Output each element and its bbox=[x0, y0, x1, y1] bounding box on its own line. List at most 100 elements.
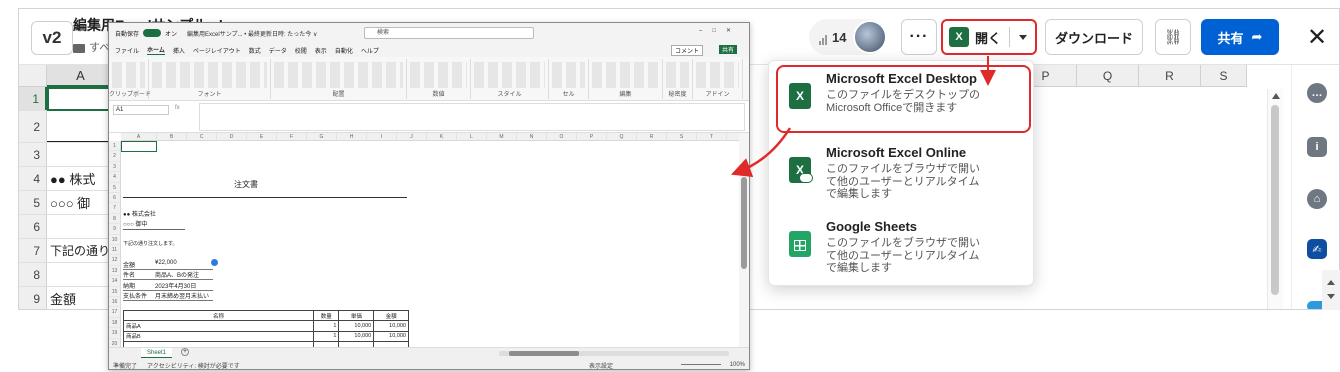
sheet-tab[interactable]: Sheet1 bbox=[141, 348, 173, 358]
column-header[interactable]: G bbox=[307, 133, 337, 141]
formula-input[interactable] bbox=[199, 103, 745, 131]
avatar[interactable] bbox=[853, 20, 887, 54]
name-box[interactable]: A1 bbox=[113, 105, 169, 115]
chevron-down-icon[interactable] bbox=[1019, 35, 1027, 40]
menu-item[interactable]: ファイル bbox=[115, 46, 139, 55]
scroll-thumb[interactable] bbox=[1271, 105, 1279, 295]
row-header[interactable]: 18 bbox=[109, 317, 121, 329]
row-header[interactable]: 10 bbox=[109, 234, 121, 245]
row-header[interactable]: 7 bbox=[109, 203, 121, 214]
row-header[interactable]: 6 bbox=[109, 193, 121, 204]
menu-item[interactable]: 校閲 bbox=[295, 46, 307, 55]
scroll-up-icon[interactable] bbox=[1272, 93, 1280, 99]
ribbon-group[interactable]: セル bbox=[549, 59, 589, 99]
row-header[interactable]: 5 bbox=[109, 182, 121, 193]
zoom-slider[interactable] bbox=[681, 364, 721, 365]
column-header[interactable]: L bbox=[457, 133, 487, 141]
excel-share-button[interactable]: 共有 bbox=[718, 45, 737, 54]
column-header[interactable]: B bbox=[157, 133, 187, 141]
comment-button[interactable]: コメント bbox=[670, 45, 703, 56]
row-header[interactable]: 8 bbox=[109, 213, 121, 225]
window-controls[interactable]: –□✕ bbox=[699, 27, 741, 34]
column-header[interactable]: K bbox=[427, 133, 457, 141]
menu-item[interactable]: 挿入 bbox=[173, 46, 185, 55]
menu-item[interactable]: 数式 bbox=[249, 46, 261, 55]
zoom-level[interactable]: 100% bbox=[730, 362, 745, 368]
row-header[interactable]: 3 bbox=[109, 161, 121, 173]
column-header[interactable]: C bbox=[187, 133, 217, 141]
select-all-corner[interactable] bbox=[19, 65, 47, 87]
more-options-button[interactable]: ··· bbox=[901, 19, 937, 55]
file-info-icon[interactable]: i bbox=[1307, 137, 1327, 157]
selected-cell[interactable] bbox=[121, 141, 157, 152]
column-header[interactable]: F bbox=[277, 133, 307, 141]
row-header[interactable]: 9 bbox=[109, 224, 121, 235]
comment-icon[interactable]: … bbox=[1307, 83, 1327, 103]
column-header-Q[interactable]: Q bbox=[1077, 65, 1139, 87]
share-button[interactable]: 共有 ➦ bbox=[1201, 19, 1279, 55]
menu-item-excel-online[interactable]: X Microsoft Excel Online このファイルをブラウザで開い … bbox=[769, 135, 1033, 209]
ribbon-group[interactable]: アドイン bbox=[693, 59, 743, 99]
signature-icon[interactable]: ✍ bbox=[1307, 239, 1327, 259]
menu-item[interactable]: 表示 bbox=[315, 46, 327, 55]
row-header[interactable]: 11 bbox=[109, 245, 121, 256]
page-scrollbar[interactable] bbox=[1322, 270, 1340, 310]
column-header[interactable]: T bbox=[697, 133, 727, 141]
column-header[interactable]: R bbox=[637, 133, 667, 141]
selected-cell[interactable] bbox=[47, 87, 115, 111]
row-header[interactable]: 17 bbox=[109, 307, 121, 318]
row-header[interactable]: 13 bbox=[109, 265, 121, 277]
open-button[interactable]: X 開く bbox=[941, 19, 1037, 55]
ribbon-group[interactable]: 数値 bbox=[407, 59, 471, 99]
column-header[interactable]: J bbox=[397, 133, 427, 141]
column-header[interactable]: H bbox=[337, 133, 367, 141]
column-header[interactable]: A bbox=[121, 133, 157, 141]
search-input[interactable]: 検索 bbox=[364, 27, 534, 39]
activity-icon[interactable]: ⌂ bbox=[1307, 189, 1327, 209]
autosave-toggle[interactable] bbox=[143, 29, 162, 37]
accessibility-status[interactable]: アクセシビリティ: 検討が必要です bbox=[147, 361, 240, 370]
menu-item[interactable]: データ bbox=[269, 46, 287, 55]
scroll-up-icon[interactable] bbox=[1327, 280, 1335, 285]
column-header[interactable]: M bbox=[487, 133, 517, 141]
menu-item[interactable]: 自動化 bbox=[335, 46, 353, 55]
close-button[interactable]: ✕ bbox=[1299, 19, 1335, 55]
views-counter[interactable]: 14 bbox=[809, 19, 887, 55]
display-settings[interactable]: 表示設定 bbox=[589, 361, 613, 370]
menu-item[interactable]: ページレイアウト bbox=[193, 46, 241, 55]
column-header[interactable]: N bbox=[517, 133, 547, 141]
row-header[interactable]: 15 bbox=[109, 286, 121, 297]
column-header[interactable]: P bbox=[577, 133, 607, 141]
row-header[interactable]: 19 bbox=[109, 328, 121, 339]
ribbon-group[interactable]: 配置 bbox=[271, 59, 407, 99]
column-header-A[interactable]: A bbox=[47, 65, 115, 87]
column-header-S[interactable]: S bbox=[1201, 65, 1247, 87]
ribbon-group[interactable]: 編集 bbox=[589, 59, 663, 99]
column-header[interactable]: O bbox=[547, 133, 577, 141]
column-header[interactable]: S bbox=[667, 133, 697, 141]
ribbon-group[interactable]: クリップボード bbox=[109, 59, 151, 99]
ribbon-group[interactable]: 秘密度 bbox=[663, 59, 693, 99]
row-header[interactable]: 4 bbox=[109, 172, 121, 183]
fx-icon[interactable]: fx bbox=[175, 105, 180, 111]
menu-item[interactable]: ヘルプ bbox=[361, 46, 379, 55]
add-sheet-icon[interactable]: + bbox=[181, 348, 189, 356]
row-header[interactable]: 16 bbox=[109, 297, 121, 308]
menu-item-google-sheets[interactable]: Google Sheets このファイルをブラウザで開い て他のユーザーとリアル… bbox=[769, 209, 1033, 283]
ribbon-group[interactable]: フォント bbox=[149, 59, 271, 99]
column-header[interactable]: D bbox=[217, 133, 247, 141]
link-icon[interactable]: ⛓ bbox=[1155, 19, 1191, 55]
column-header[interactable]: I bbox=[367, 133, 397, 141]
row-header[interactable]: 2 bbox=[109, 151, 121, 162]
menu-item[interactable]: ホーム bbox=[147, 45, 165, 55]
scroll-thumb[interactable] bbox=[741, 177, 747, 269]
column-header[interactable]: E bbox=[247, 133, 277, 141]
column-header-R[interactable]: R bbox=[1139, 65, 1201, 87]
version-badge[interactable]: v2 bbox=[31, 21, 73, 55]
scroll-down-icon[interactable] bbox=[1327, 294, 1335, 299]
row-header[interactable]: 1 bbox=[109, 141, 121, 152]
horizontal-scrollbar[interactable] bbox=[499, 351, 729, 356]
download-button[interactable]: ダウンロード bbox=[1045, 19, 1143, 55]
preview-scrollbar[interactable] bbox=[1267, 89, 1283, 309]
ribbon-group[interactable]: スタイル bbox=[471, 59, 549, 99]
